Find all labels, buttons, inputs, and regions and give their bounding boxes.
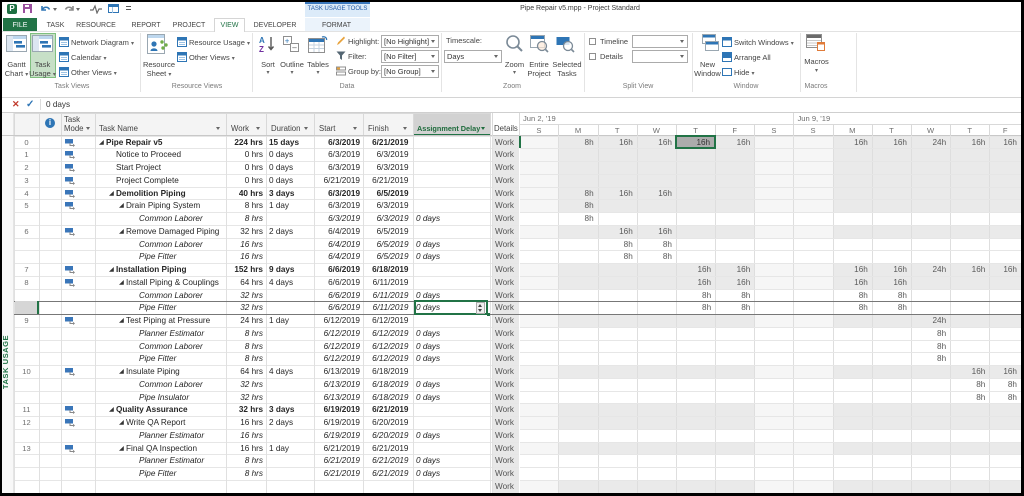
svg-text:Z: Z bbox=[259, 45, 264, 54]
svg-text:A: A bbox=[259, 36, 265, 45]
svg-text:+: + bbox=[285, 36, 290, 45]
svg-text:–: – bbox=[292, 43, 297, 52]
